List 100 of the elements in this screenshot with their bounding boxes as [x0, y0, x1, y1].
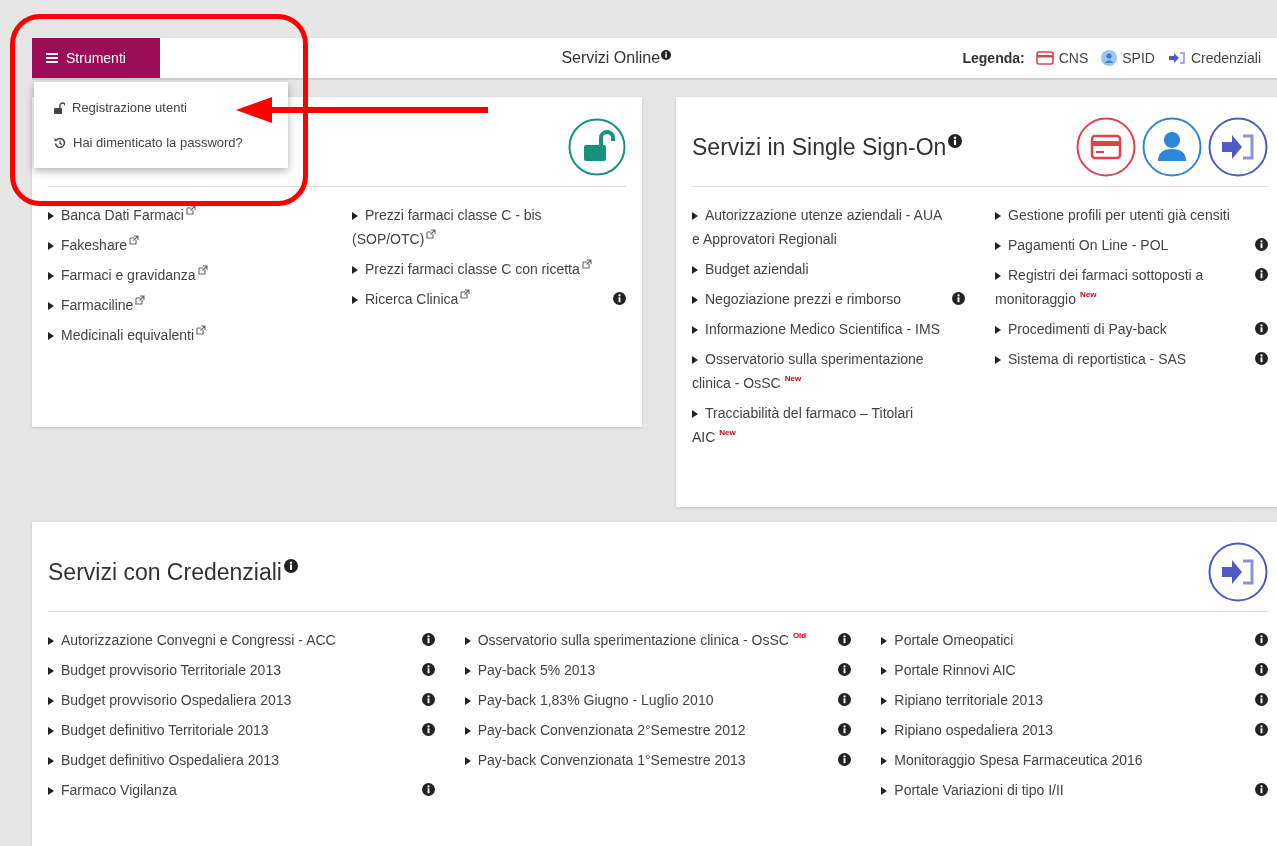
- menu-item[interactable]: Registrazione utenti: [34, 90, 288, 125]
- bullet-icon: [995, 212, 1001, 220]
- bullet-icon: [48, 332, 54, 340]
- service-link[interactable]: Osservatorio sulla sperimentazione clinica - OsSC $^{New}$: [692, 347, 947, 395]
- bullet-icon: [881, 757, 888, 765]
- bullet-icon: [464, 697, 471, 705]
- service-link[interactable]: Portale Variazioni di tipo I/II: [881, 778, 1250, 802]
- service-link[interactable]: Budget definitivo Ospedaliera 2013: [48, 748, 417, 772]
- service-link[interactable]: Monitoraggio Spesa Farmaceutica 2016: [881, 748, 1250, 772]
- bullet-icon: [48, 212, 54, 220]
- service-link[interactable]: Prezzi farmaci classe C con ricetta: [352, 257, 608, 281]
- service-link[interactable]: Banca Dati Farmaci: [48, 203, 304, 227]
- service-link[interactable]: Sistema di reportistica - SAS: [995, 347, 1250, 371]
- info-icon: [1255, 663, 1268, 676]
- bullet-icon: [48, 697, 54, 705]
- service-link[interactable]: Farmaciline: [48, 293, 304, 317]
- bullet-icon: [464, 727, 471, 735]
- service-link[interactable]: Registri dei farmaci sottoposti a monitoraggio $^{New}$: [995, 263, 1250, 311]
- service-link[interactable]: Procedimenti di Pay-back: [995, 317, 1250, 341]
- status-tag: Old: [792, 631, 807, 640]
- info-icon: [1255, 268, 1268, 281]
- service-link[interactable]: Osservatorio sulla sperimentazione clinica - OsSC $^{Old}$: [464, 628, 834, 652]
- external-link-icon: [185, 205, 196, 215]
- service-link[interactable]: Farmaco Vigilanza: [48, 778, 417, 802]
- bullet-icon: [464, 637, 471, 645]
- service-link[interactable]: Pagamenti On Line - POL: [995, 233, 1250, 257]
- status-tag: New: [1079, 290, 1097, 299]
- menu-item[interactable]: Hai dimenticato la password?: [34, 125, 288, 160]
- external-link-icon: [460, 289, 471, 299]
- legend-label: Legenda:: [962, 50, 1025, 66]
- bullet-icon: [48, 667, 54, 675]
- service-link[interactable]: Informazione Medico Scientifica - IMS: [692, 317, 947, 341]
- service-link[interactable]: Medicinali equivalenti: [48, 323, 304, 347]
- info-icon: [952, 292, 965, 305]
- bullet-icon: [881, 787, 888, 795]
- service-link[interactable]: Budget definitivo Territoriale 2013: [48, 718, 417, 742]
- service-link[interactable]: Autorizzazione Convegni e Congressi - ACC: [48, 628, 417, 652]
- bullet-icon: [692, 212, 698, 220]
- service-link[interactable]: Ripiano territoriale 2013: [881, 688, 1250, 712]
- service-link[interactable]: Budget provvisorio Ospedaliera 2013: [48, 688, 417, 712]
- service-link[interactable]: Pay-back Convenzionata 1°Semestre 2013: [464, 748, 834, 772]
- menu-icon: [46, 53, 58, 63]
- history-icon: [54, 136, 66, 149]
- external-link-icon: [129, 235, 140, 245]
- bullet-icon: [48, 637, 54, 645]
- service-link[interactable]: Prezzi farmaci classe C - bis (SOP/OTC): [352, 203, 608, 251]
- status-tag: New: [719, 428, 736, 437]
- unlocked-padlock-icon: [568, 118, 626, 176]
- legend-text: CNS: [1058, 50, 1089, 66]
- info-icon: [838, 753, 852, 766]
- service-link[interactable]: Ripiano ospedaliera 2013: [881, 718, 1250, 742]
- info-icon: [613, 292, 626, 305]
- external-link-icon: [197, 265, 208, 275]
- external-link-icon: [135, 295, 146, 305]
- info-icon: [838, 663, 852, 676]
- bullet-icon: [48, 787, 54, 795]
- sign-in-icon: [1167, 51, 1186, 65]
- service-link[interactable]: Pay-back 1,83% Giugno - Luglio 2010: [464, 688, 834, 712]
- info-icon: [421, 663, 435, 676]
- bullet-icon: [692, 326, 698, 334]
- service-link[interactable]: Gestione profili per utenti già censiti: [995, 203, 1250, 227]
- bullet-icon: [995, 272, 1001, 280]
- bullet-icon: [464, 757, 471, 765]
- bullet-icon: [352, 212, 358, 220]
- service-link[interactable]: Fakeshare: [48, 233, 304, 257]
- external-link-icon: [426, 229, 437, 239]
- service-link[interactable]: Autorizzazione utenze aziendali - AUA e Approvatori Regionali: [692, 203, 947, 251]
- bullet-icon: [881, 667, 888, 675]
- info-icon: [421, 693, 435, 706]
- menu-button[interactable]: Strumenti: [32, 38, 160, 78]
- info-icon: [1255, 633, 1268, 646]
- service-link[interactable]: Pay-back 5% 2013: [464, 658, 834, 682]
- card-icon: [1035, 51, 1054, 65]
- bullet-icon: [995, 356, 1001, 364]
- bullet-icon: [995, 242, 1001, 250]
- unlocked-padlock-icon: [54, 101, 65, 114]
- service-link[interactable]: Budget aziendali: [692, 257, 947, 281]
- service-link[interactable]: Portale Rinnovi AIC: [881, 658, 1250, 682]
- bullet-icon: [464, 667, 471, 675]
- info-icon: [1255, 723, 1268, 736]
- service-link[interactable]: Pay-back Convenzionata 2°Semestre 2012: [464, 718, 834, 742]
- service-link[interactable]: Portale Omeopatici: [881, 628, 1250, 652]
- service-link[interactable]: Negoziazione prezzi e rimborso: [692, 287, 947, 311]
- bullet-icon: [692, 296, 698, 304]
- info-icon: [421, 783, 435, 796]
- page-title: Servizi Online: [561, 49, 661, 67]
- service-link[interactable]: Farmaci e gravidanza: [48, 263, 304, 287]
- service-link[interactable]: Tracciabilità del farmaco – Titolari AIC $^{New}$: [692, 401, 947, 449]
- info-icon: [1255, 238, 1268, 251]
- panel-heading: Servizi in Single Sign-On: [692, 133, 947, 161]
- bullet-icon: [881, 697, 888, 705]
- service-link[interactable]: Ricerca Clinica: [352, 287, 608, 311]
- info-icon: [421, 723, 435, 736]
- bullet-icon: [48, 757, 54, 765]
- service-link[interactable]: Budget provvisorio Territoriale 2013: [48, 658, 417, 682]
- info-icon: [1255, 693, 1268, 706]
- bullet-icon: [881, 727, 888, 735]
- info-icon: [838, 723, 852, 736]
- card-icon: [1076, 117, 1136, 177]
- bullet-icon: [48, 242, 54, 250]
